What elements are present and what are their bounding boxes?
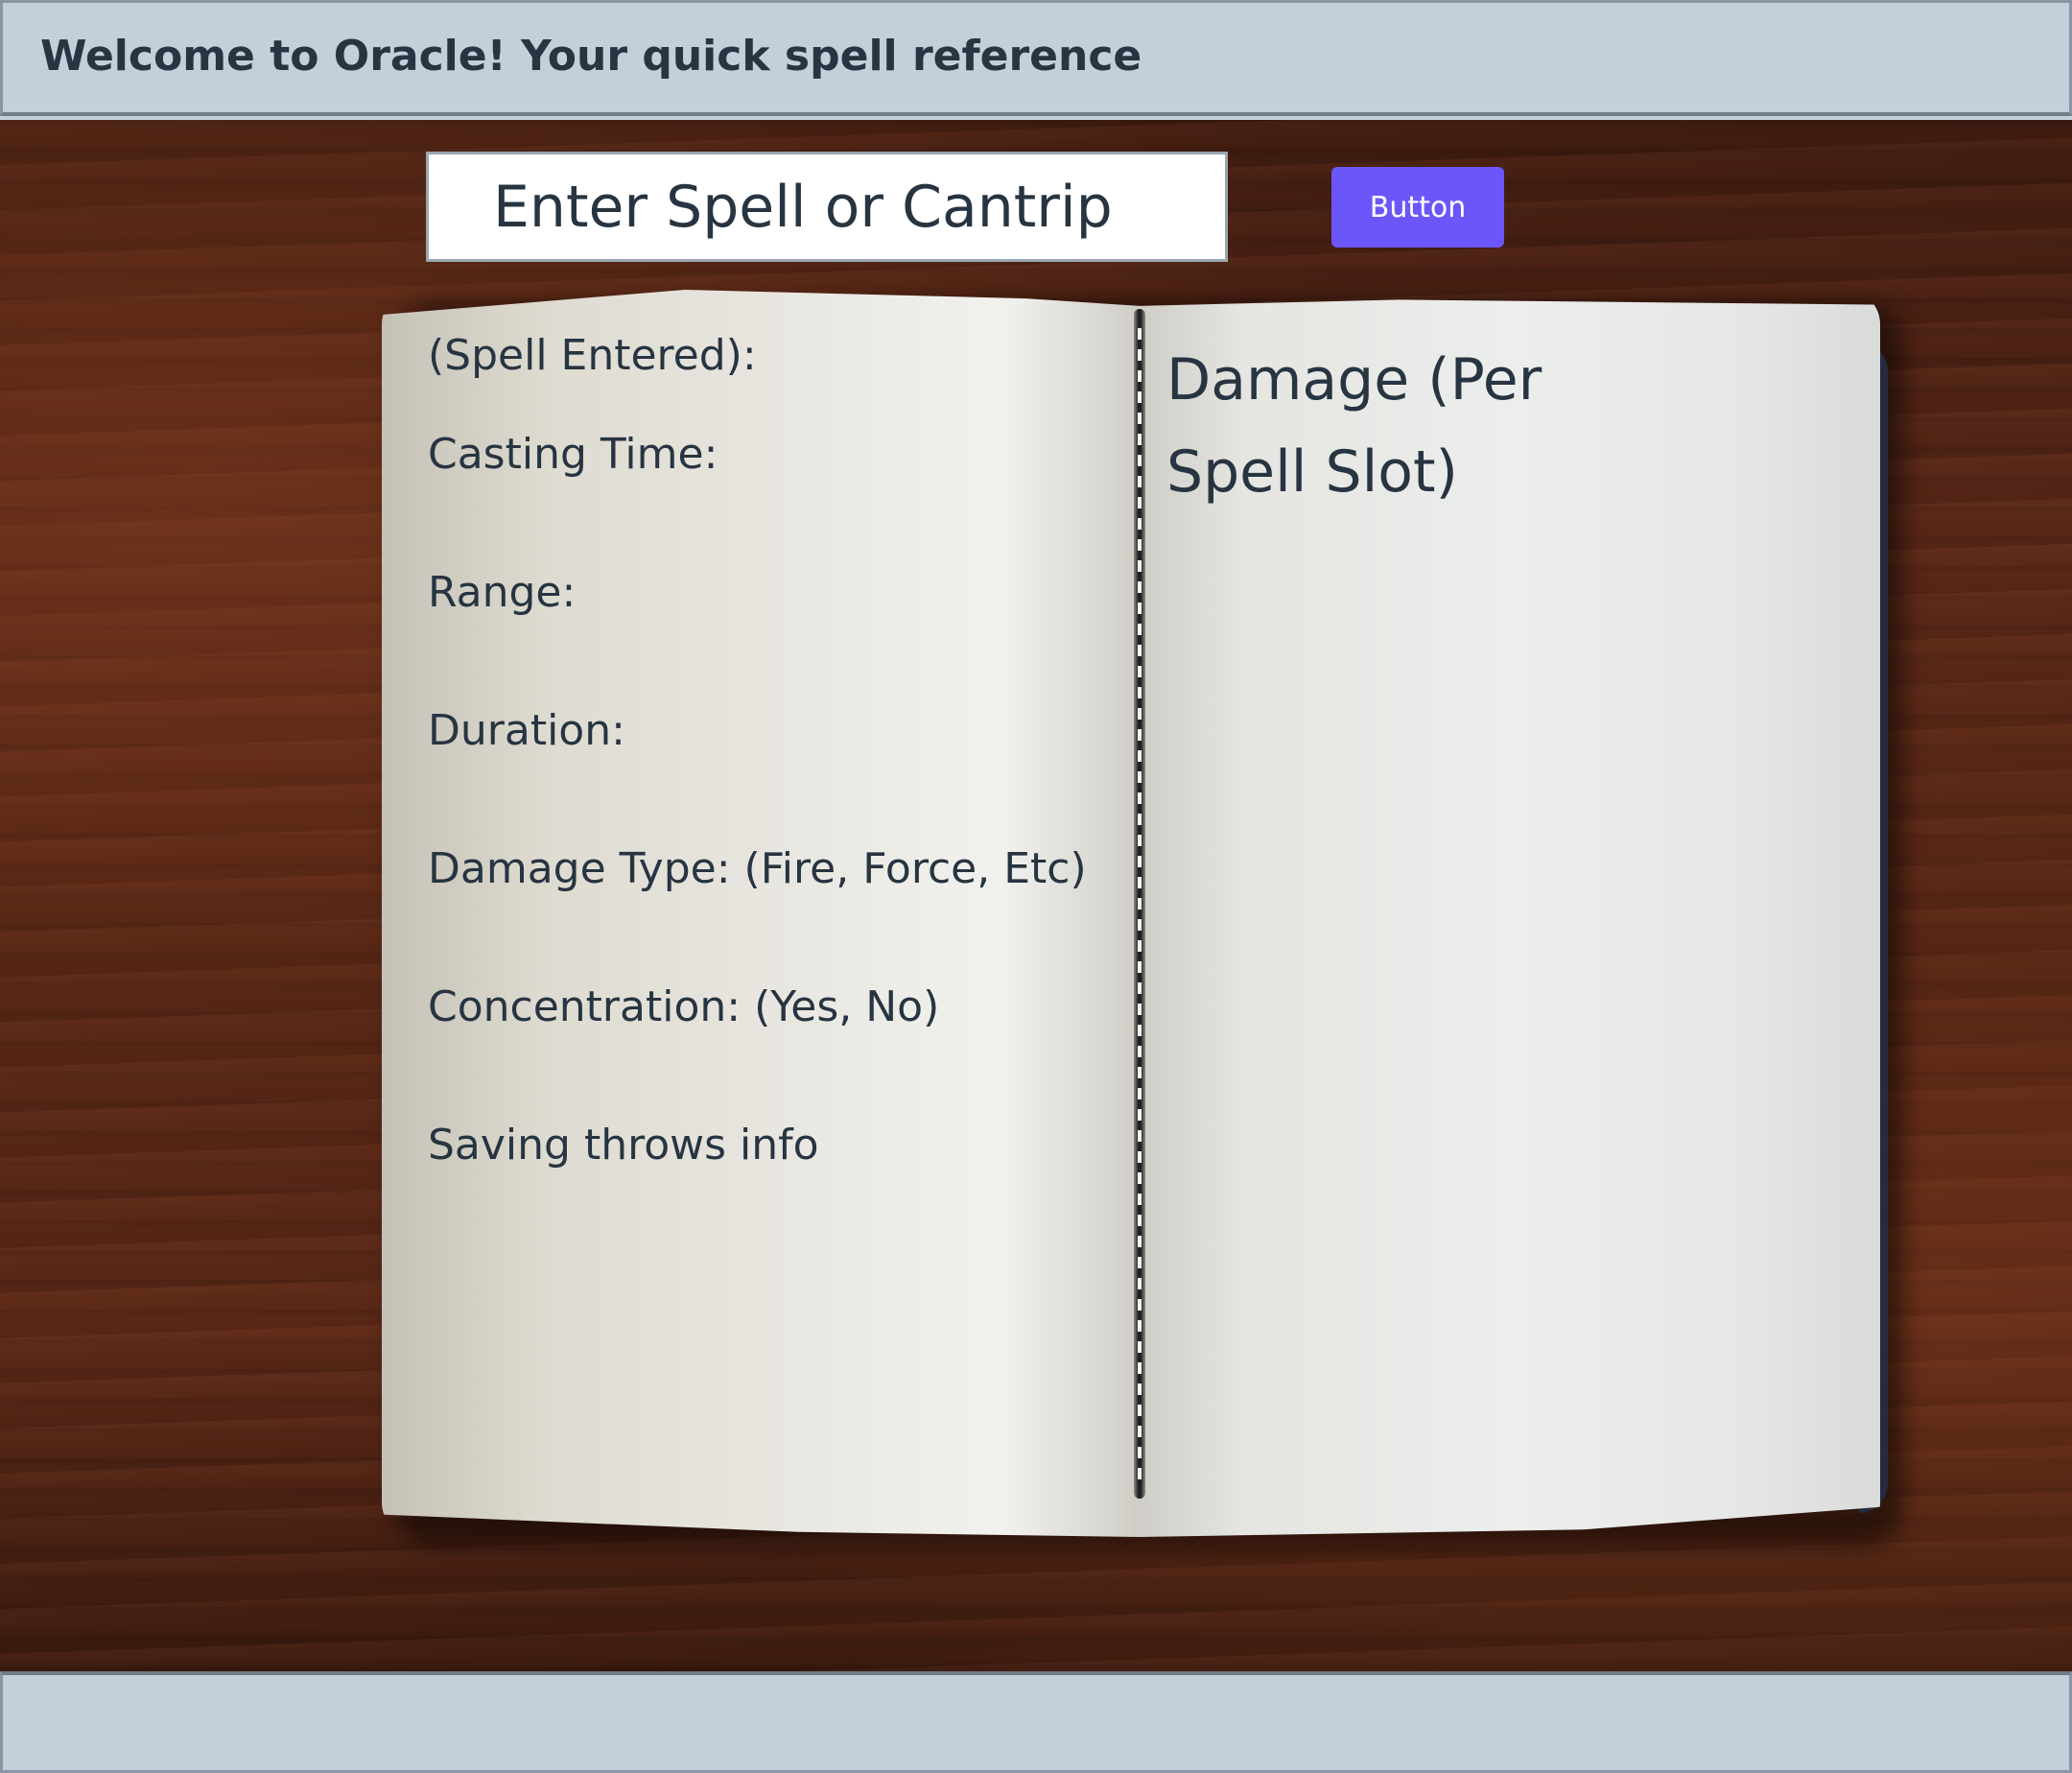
spell-search-input[interactable] <box>426 152 1228 262</box>
damage-per-spell-slot-heading: Damage (Per Spell Slot) <box>1166 346 1542 506</box>
app-title: Welcome to Oracle! Your quick spell refe… <box>40 32 1142 81</box>
spell-entered-label: (Spell Entered): <box>428 331 757 380</box>
search-button[interactable]: Button <box>1331 167 1504 248</box>
notebook-stitching <box>1138 328 1142 1479</box>
footer-bar <box>0 1671 2072 1773</box>
casting-time-label: Casting Time: <box>428 430 718 479</box>
damage-type-label: Damage Type: (Fire, Force, Etc) <box>428 844 1087 893</box>
notebook-background-image <box>0 120 2072 1671</box>
range-label: Range: <box>428 568 577 617</box>
saving-throws-label: Saving throws info <box>428 1121 819 1170</box>
concentration-label: Concentration: (Yes, No) <box>428 982 940 1031</box>
duration-label: Duration: <box>428 706 625 755</box>
header-bar: Welcome to Oracle! Your quick spell refe… <box>0 0 2072 116</box>
